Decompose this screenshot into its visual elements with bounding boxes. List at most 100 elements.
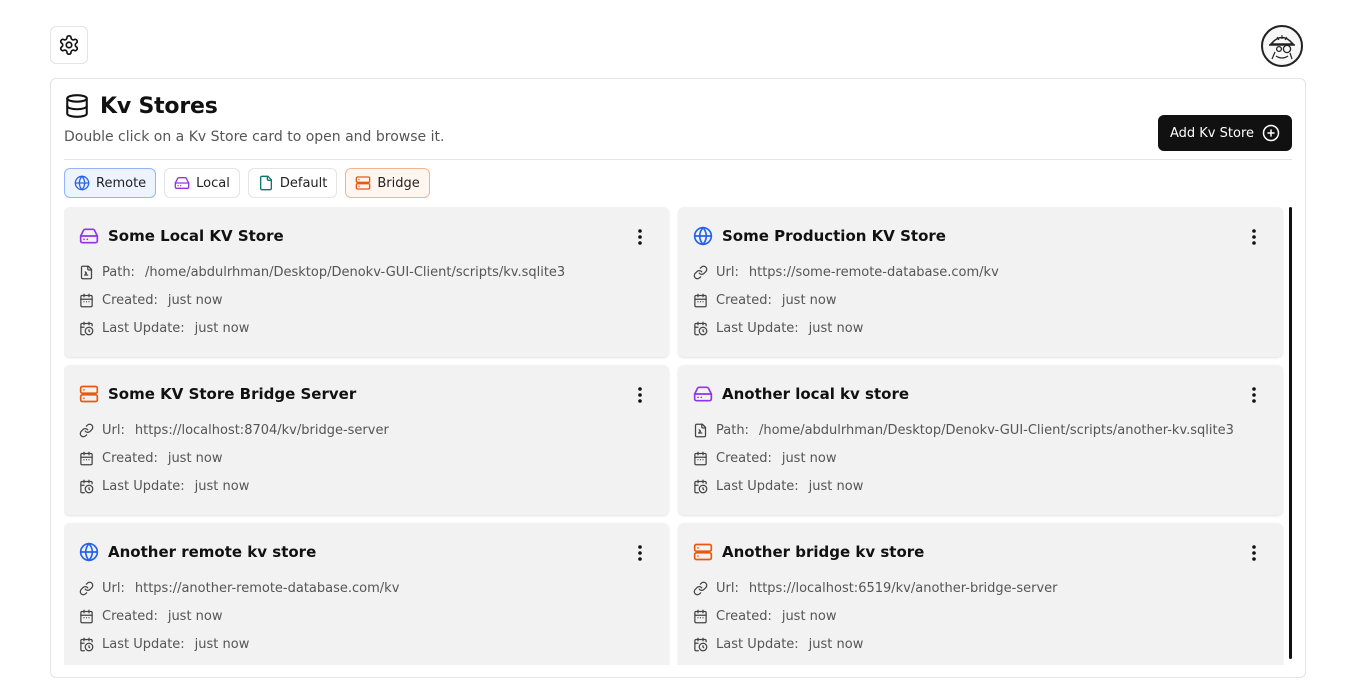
- file-icon: [258, 175, 274, 191]
- kv-store-updated: Last Update: just now: [693, 479, 863, 494]
- server-icon: [355, 175, 371, 191]
- calendar-clock-icon: [693, 637, 708, 652]
- created-value: just now: [167, 293, 223, 308]
- more-vertical-icon: [1252, 545, 1256, 561]
- kv-store-updated: Last Update: just now: [79, 321, 249, 336]
- created-label: Created:: [716, 609, 772, 624]
- globe-icon: [74, 175, 90, 191]
- kv-store-created: Created: just now: [79, 451, 223, 466]
- drive-icon: [79, 226, 99, 246]
- link-icon: [693, 265, 708, 280]
- kv-store-list: Some Local KV Store Path: /home/abdulrhm…: [64, 207, 1284, 665]
- page-title: Kv Stores: [64, 93, 218, 119]
- more-options-button[interactable]: [1245, 384, 1263, 406]
- updated-value: just now: [194, 479, 250, 494]
- location-label: Url:: [716, 581, 739, 596]
- kv-store-card[interactable]: Some KV Store Bridge Server Url: https:/…: [64, 365, 669, 515]
- location-label: Url:: [102, 581, 125, 596]
- kv-store-location: Url: https://localhost:8704/kv/bridge-se…: [79, 423, 389, 438]
- kv-store-updated: Last Update: just now: [79, 479, 249, 494]
- updated-value: just now: [194, 637, 250, 652]
- kv-store-title: Some Production KV Store: [722, 227, 946, 245]
- divider: [64, 159, 1292, 160]
- kv-store-updated: Last Update: just now: [693, 637, 863, 652]
- created-label: Created:: [716, 451, 772, 466]
- filter-default[interactable]: Default: [247, 168, 338, 198]
- kv-store-card[interactable]: Another remote kv store Url: https://ano…: [64, 523, 669, 665]
- location-label: Path:: [102, 265, 135, 280]
- more-options-button[interactable]: [631, 226, 649, 248]
- calendar-clock-icon: [79, 479, 94, 494]
- more-options-button[interactable]: [1245, 542, 1263, 564]
- updated-value: just now: [808, 637, 864, 652]
- link-icon: [79, 581, 94, 596]
- filter-local[interactable]: Local: [164, 168, 240, 198]
- created-label: Created:: [102, 451, 158, 466]
- filter-bar: Remote Local Default Bridge: [64, 168, 430, 198]
- filter-remote[interactable]: Remote: [64, 168, 157, 198]
- more-options-button[interactable]: [631, 384, 649, 406]
- file-path-icon: [693, 423, 708, 438]
- kv-store-created: Created: just now: [693, 609, 837, 624]
- gear-icon: [58, 34, 80, 56]
- add-kv-store-label: Add Kv Store: [1169, 125, 1254, 141]
- location-label: Url:: [716, 265, 739, 280]
- kv-store-location: Path: /home/abdulrhman/Desktop/Denokv-GU…: [79, 265, 565, 280]
- filter-bridge[interactable]: Bridge: [345, 168, 430, 198]
- drive-icon: [174, 175, 190, 191]
- link-icon: [693, 581, 708, 596]
- updated-label: Last Update:: [102, 479, 185, 494]
- updated-label: Last Update:: [716, 637, 799, 652]
- calendar-clock-icon: [693, 479, 708, 494]
- updated-label: Last Update:: [102, 321, 185, 336]
- location-label: Path:: [716, 423, 749, 438]
- updated-value: just now: [808, 321, 864, 336]
- server-icon: [79, 384, 99, 404]
- updated-value: just now: [808, 479, 864, 494]
- kv-store-updated: Last Update: just now: [693, 321, 863, 336]
- settings-button[interactable]: [50, 26, 88, 64]
- kv-store-title: Another local kv store: [722, 385, 910, 403]
- avatar[interactable]: [1261, 25, 1303, 67]
- kv-store-location: Url: https://another-remote-database.com…: [79, 581, 399, 596]
- filter-remote-label: Remote: [96, 175, 147, 191]
- plus-circle-icon: [1262, 124, 1280, 142]
- drive-icon: [693, 384, 713, 404]
- kv-store-title: Another bridge kv store: [722, 543, 925, 561]
- kv-store-card[interactable]: Another bridge kv store Url: https://loc…: [678, 523, 1283, 665]
- more-vertical-icon: [1252, 229, 1256, 245]
- created-label: Created:: [716, 293, 772, 308]
- kv-store-card[interactable]: Some Local KV Store Path: /home/abdulrhm…: [64, 207, 669, 357]
- page-title-text: Kv Stores: [100, 93, 218, 119]
- kv-store-card[interactable]: Some Production KV Store Url: https://so…: [678, 207, 1283, 357]
- globe-icon: [693, 226, 713, 246]
- filter-bridge-label: Bridge: [377, 175, 420, 191]
- database-icon: [64, 93, 90, 119]
- user-avatar-icon: [1264, 28, 1300, 64]
- kv-store-created: Created: just now: [693, 293, 837, 308]
- updated-label: Last Update:: [716, 321, 799, 336]
- more-options-button[interactable]: [1245, 226, 1263, 248]
- filter-default-label: Default: [279, 175, 328, 191]
- location-value: https://localhost:6519/kv/another-bridge…: [748, 581, 1058, 596]
- server-icon: [693, 542, 713, 562]
- updated-label: Last Update:: [102, 637, 185, 652]
- kv-store-created: Created: just now: [79, 609, 223, 624]
- kv-store-card[interactable]: Another local kv store Path: /home/abdul…: [678, 365, 1283, 515]
- kv-store-created: Created: just now: [693, 451, 837, 466]
- created-value: just now: [781, 609, 837, 624]
- calendar-icon: [693, 609, 708, 624]
- calendar-clock-icon: [79, 321, 94, 336]
- more-options-button[interactable]: [631, 542, 649, 564]
- calendar-icon: [79, 451, 94, 466]
- scrollbar[interactable]: [1289, 207, 1292, 659]
- add-kv-store-button[interactable]: Add Kv Store: [1157, 115, 1292, 151]
- calendar-icon: [79, 293, 94, 308]
- location-value: https://another-remote-database.com/kv: [134, 581, 400, 596]
- kv-store-location: Url: https://some-remote-database.com/kv: [693, 265, 999, 280]
- created-label: Created:: [102, 609, 158, 624]
- created-value: just now: [167, 609, 223, 624]
- file-path-icon: [79, 265, 94, 280]
- kv-store-title: Another remote kv store: [108, 543, 317, 561]
- calendar-icon: [693, 451, 708, 466]
